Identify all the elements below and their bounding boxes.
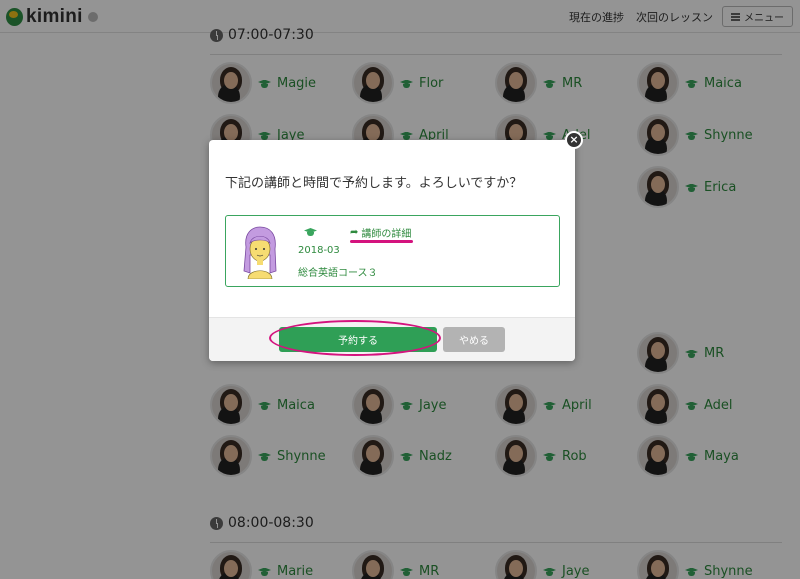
highlight-underline [350, 240, 413, 243]
graduation-cap-icon [304, 227, 317, 236]
tutor-illustration [243, 226, 277, 279]
tutor-detail-label: 講師の詳細 [361, 229, 412, 240]
course-name: 総合英語コース３ [298, 268, 378, 279]
lesson-date: 2018-03 [298, 245, 340, 256]
share-arrow-icon: ➦ [350, 227, 359, 238]
highlight-ellipse [269, 320, 441, 356]
confirm-message: 下記の講師と時間で予約します。よろしいですか？ [225, 176, 523, 191]
tutor-detail-link[interactable]: ➦ 講師の詳細 [350, 225, 411, 240]
selected-tutor-card: ➦ 講師の詳細 2018-03 総合英語コース３ [225, 215, 560, 287]
cancel-button[interactable]: やめる [443, 327, 505, 352]
close-icon[interactable]: × [565, 131, 583, 149]
